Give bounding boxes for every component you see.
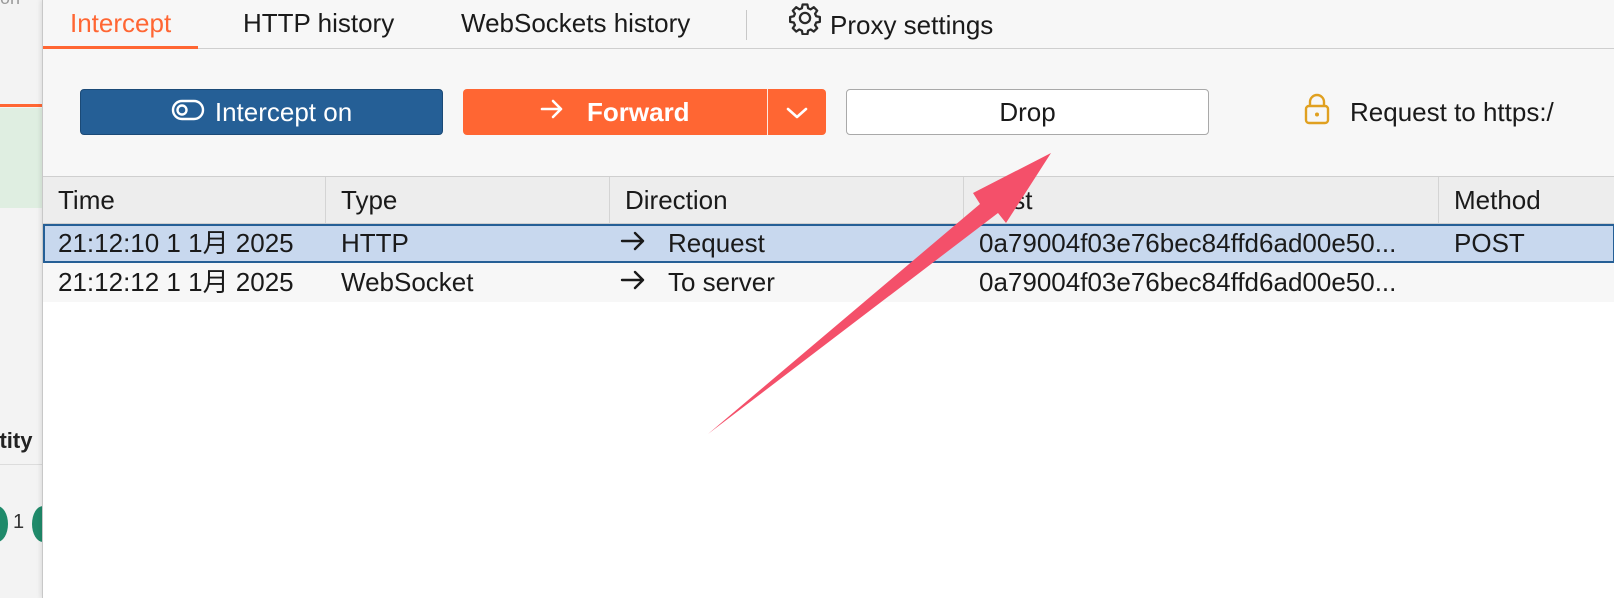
request-info: Request to https:/ [1302,89,1554,135]
forward-options-dropdown[interactable] [768,89,826,135]
column-header-direction[interactable]: Direction [610,177,964,223]
cell-method: POST [1454,228,1525,258]
column-header-time[interactable]: Time [43,177,326,223]
background-divider [0,464,42,465]
cell-direction: Request [610,224,964,263]
drop-button[interactable]: Drop [846,89,1209,135]
arrow-right-icon [620,224,646,263]
lock-icon [1302,92,1332,133]
tab-proxy-settings[interactable]: Proxy settings [788,0,993,49]
tab-separator [746,10,747,40]
intercept-toggle-button[interactable]: Intercept on [80,89,443,135]
table-header: Time Type Direction Host Method [43,176,1614,224]
cell-host: 0a79004f03e76bec84ffd6ad00e50... [979,228,1397,258]
background-tab-underline [0,104,42,107]
forward-button[interactable]: Forward [463,89,767,135]
toggle-icon [171,97,205,128]
background-count: 1 [13,511,25,533]
arrow-right-icon [539,96,565,129]
background-window: on ntity 1 [0,0,42,598]
background-avatar [32,506,42,542]
cell-time: 21:12:12 1 1月 2025 [58,267,294,297]
cell-method [1439,263,1614,302]
column-header-host[interactable]: Host [964,177,1439,223]
table-row[interactable]: 21:12:10 1 1月 2025 HTTP Request 0a79004f… [43,224,1614,263]
tab-proxy-settings-label: Proxy settings [830,9,994,40]
cell-type: HTTP [341,228,409,258]
chevron-down-icon [785,97,809,128]
column-header-method[interactable]: Method [1439,177,1614,223]
cell-host: 0a79004f03e76bec84ffd6ad00e50... [979,267,1397,297]
cell-direction-label: Request [668,228,765,258]
forward-button-label: Forward [587,96,690,127]
cell-time: 21:12:10 1 1月 2025 [58,228,294,258]
background-panel [0,108,42,208]
cell-direction-label: To server [668,267,775,297]
arrow-right-icon [620,263,646,302]
intercept-toggle-label: Intercept on [214,96,353,127]
tab-websockets-history[interactable]: WebSockets history [461,0,690,49]
background-text: on [0,0,20,9]
proxy-window: Intercept HTTP history WebSockets histor… [42,0,1614,598]
background-avatar [0,506,8,542]
gear-icon [788,1,822,49]
cell-type: WebSocket [341,267,474,297]
table-row[interactable]: 21:12:12 1 1月 2025 WebSocket To server 0… [43,263,1614,302]
forward-button-group: Forward [463,89,826,135]
cell-direction: To server [610,263,964,302]
column-header-type[interactable]: Type [326,177,610,223]
tab-intercept[interactable]: Intercept [42,0,199,49]
intercept-queue-table: Time Type Direction Host Method 21:12:10… [43,176,1614,302]
background-heading: ntity [0,428,33,453]
intercept-toolbar: Intercept on Forward Drop Request to htt… [43,49,1614,176]
request-info-text: Request to https:/ [1350,96,1554,127]
forward-split-divider [767,89,768,135]
proxy-tabs: Intercept HTTP history WebSockets histor… [42,0,1614,49]
tab-http-history[interactable]: HTTP history [243,0,394,49]
